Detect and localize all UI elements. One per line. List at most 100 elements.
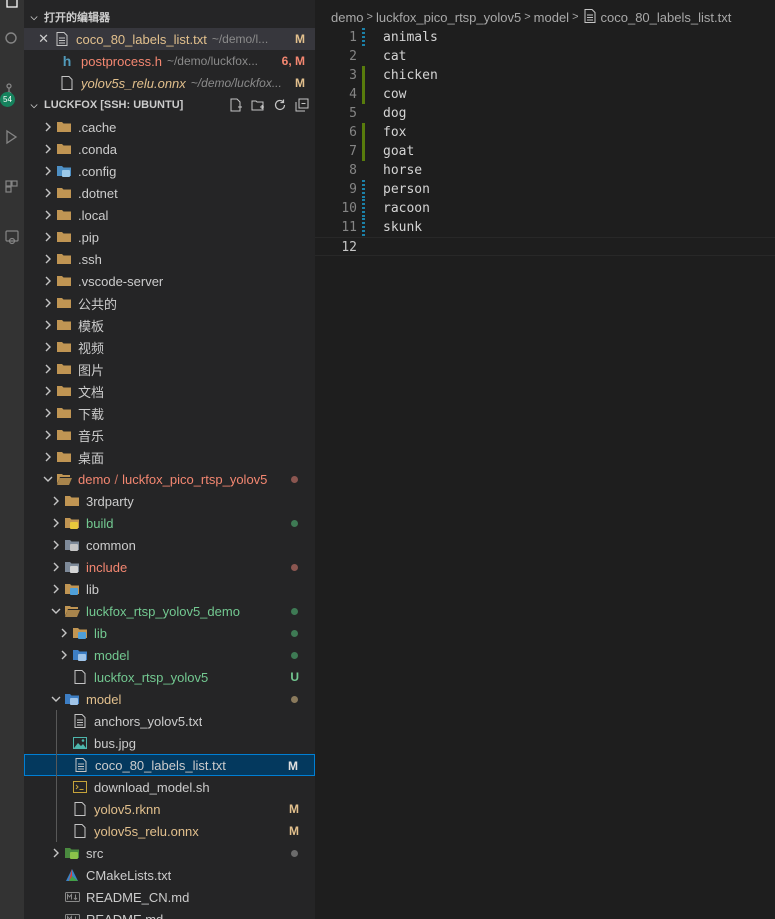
chevron-right-icon[interactable]	[40, 138, 56, 160]
code-line[interactable]: 7 goat	[315, 142, 775, 161]
gutter-added-marker[interactable]	[362, 66, 365, 85]
chevron-right-icon[interactable]	[40, 270, 56, 292]
tree-folder[interactable]: .vscode-server	[24, 270, 315, 292]
tree-folder[interactable]: 模板	[24, 314, 315, 336]
chevron-right-icon[interactable]	[40, 160, 56, 182]
gutter-added-marker[interactable]	[362, 142, 365, 161]
breadcrumb-item[interactable]: luckfox_pico_rtsp_yolov5	[376, 10, 521, 25]
chevron-right-icon[interactable]	[40, 292, 56, 314]
extensions-icon[interactable]	[0, 175, 24, 199]
tree-file[interactable]: coco_80_labels_list.txt M	[24, 754, 315, 776]
tree-folder[interactable]: demo / luckfox_pico_rtsp_yolov5	[24, 468, 315, 490]
tree-folder[interactable]: .ssh	[24, 248, 315, 270]
chevron-right-icon[interactable]	[40, 182, 56, 204]
chevron-right-icon[interactable]	[40, 446, 56, 468]
code-line[interactable]: 4 cow	[315, 85, 775, 104]
chevron-right-icon[interactable]	[48, 842, 64, 864]
code-line[interactable]: 12	[315, 237, 775, 256]
open-editor-item[interactable]: yolov5s_relu.onnx ~/demo/luckfox... M	[24, 72, 315, 94]
gutter-modified-marker[interactable]	[362, 180, 365, 199]
chevron-right-icon[interactable]	[40, 314, 56, 336]
collapse-all-icon[interactable]	[294, 98, 309, 112]
tree-file[interactable]: yolov5.rknn M	[24, 798, 315, 820]
close-icon[interactable]: ✕	[24, 31, 54, 47]
tree-folder[interactable]: model	[24, 644, 315, 666]
chevron-right-icon[interactable]	[48, 534, 64, 556]
new-folder-icon[interactable]	[250, 98, 265, 112]
chevron-down-icon[interactable]	[40, 468, 56, 490]
code-line[interactable]: 2 cat	[315, 47, 775, 66]
code-line[interactable]: 10 racoon	[315, 199, 775, 218]
chevron-down-icon[interactable]	[48, 688, 64, 710]
tree-folder[interactable]: build	[24, 512, 315, 534]
tree-file[interactable]: CMakeLists.txt	[24, 864, 315, 886]
tree-folder[interactable]: 视频	[24, 336, 315, 358]
chevron-right-icon[interactable]	[40, 424, 56, 446]
tree-folder[interactable]: 音乐	[24, 424, 315, 446]
chevron-right-icon[interactable]	[48, 512, 64, 534]
chevron-right-icon[interactable]	[40, 226, 56, 248]
tree-file[interactable]: anchors_yolov5.txt	[24, 710, 315, 732]
breadcrumb-item[interactable]: demo	[331, 10, 364, 25]
run-debug-icon[interactable]	[0, 125, 24, 149]
explorer-icon[interactable]	[0, 0, 24, 12]
open-editor-item[interactable]: ✕ coco_80_labels_list.txt ~/demo/l... M	[24, 28, 315, 50]
workspace-header[interactable]: ⌵ LUCKFOX [SSH: UBUNTU]	[24, 94, 315, 116]
chevron-right-icon[interactable]	[40, 402, 56, 424]
tree-folder[interactable]: .pip	[24, 226, 315, 248]
tree-folder[interactable]: 桌面	[24, 446, 315, 468]
chevron-right-icon[interactable]	[40, 204, 56, 226]
tree-file[interactable]: README_CN.md	[24, 886, 315, 908]
breadcrumb-item[interactable]: coco_80_labels_list.txt	[601, 10, 732, 25]
open-editors-header[interactable]: ⌵ 打开的编辑器	[24, 6, 315, 28]
chevron-right-icon[interactable]	[48, 556, 64, 578]
tree-file[interactable]: luckfox_rtsp_yolov5 U	[24, 666, 315, 688]
refresh-icon[interactable]	[272, 98, 287, 112]
code-line[interactable]: 11 skunk	[315, 218, 775, 237]
tree-folder[interactable]: .config	[24, 160, 315, 182]
tree-folder[interactable]: include	[24, 556, 315, 578]
open-editor-item[interactable]: h postprocess.h ~/demo/luckfox... 6, M	[24, 50, 315, 72]
chevron-right-icon[interactable]	[40, 336, 56, 358]
gutter-added-marker[interactable]	[362, 85, 365, 104]
tree-folder[interactable]: 图片	[24, 358, 315, 380]
search-icon[interactable]	[0, 27, 24, 51]
gutter-modified-marker[interactable]	[362, 218, 365, 237]
code-line[interactable]: 8 horse	[315, 161, 775, 180]
chevron-right-icon[interactable]	[40, 358, 56, 380]
tree-folder[interactable]: .dotnet	[24, 182, 315, 204]
chevron-right-icon[interactable]	[48, 578, 64, 600]
tree-file[interactable]: bus.jpg	[24, 732, 315, 754]
remote-explorer-icon[interactable]	[0, 225, 24, 249]
code-line[interactable]: 1 animals	[315, 28, 775, 47]
chevron-right-icon[interactable]	[56, 644, 72, 666]
chevron-right-icon[interactable]	[48, 490, 64, 512]
tree-file[interactable]: README.md	[24, 908, 315, 919]
tree-folder[interactable]: luckfox_rtsp_yolov5_demo	[24, 600, 315, 622]
code-line[interactable]: 9 person	[315, 180, 775, 199]
tree-folder[interactable]: lib	[24, 622, 315, 644]
code-line[interactable]: 5 dog	[315, 104, 775, 123]
code-line[interactable]: 6 fox	[315, 123, 775, 142]
tree-folder[interactable]: lib	[24, 578, 315, 600]
tree-folder[interactable]: .conda	[24, 138, 315, 160]
gutter-modified-marker[interactable]	[362, 28, 365, 47]
chevron-right-icon[interactable]	[40, 248, 56, 270]
tree-folder[interactable]: 文档	[24, 380, 315, 402]
tree-file[interactable]: yolov5s_relu.onnx M	[24, 820, 315, 842]
gutter-added-marker[interactable]	[362, 123, 365, 142]
tree-folder[interactable]: 3rdparty	[24, 490, 315, 512]
chevron-right-icon[interactable]	[40, 116, 56, 138]
gutter-modified-marker[interactable]	[362, 199, 365, 218]
new-file-icon[interactable]	[228, 98, 243, 112]
tree-folder[interactable]: src	[24, 842, 315, 864]
chevron-down-icon[interactable]	[48, 600, 64, 622]
tree-folder[interactable]: 公共的	[24, 292, 315, 314]
code-line[interactable]: 3 chicken	[315, 66, 775, 85]
tree-folder[interactable]: model	[24, 688, 315, 710]
tree-folder[interactable]: .local	[24, 204, 315, 226]
breadcrumb-item[interactable]: model	[534, 10, 569, 25]
tree-file[interactable]: download_model.sh	[24, 776, 315, 798]
tree-folder[interactable]: .cache	[24, 116, 315, 138]
tree-folder[interactable]: 下载	[24, 402, 315, 424]
